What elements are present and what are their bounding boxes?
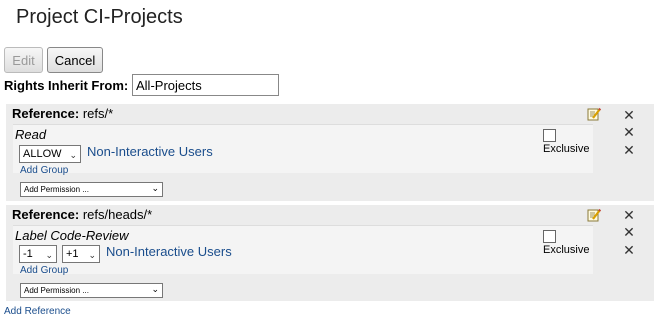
add-permission-select[interactable]: Add Permission ... ⌄ xyxy=(20,283,163,298)
action-select-value: ALLOW xyxy=(23,148,62,160)
edit-pencil-icon[interactable] xyxy=(587,208,601,222)
permission-section: Label Code-Review Exclusive -1 ⌄ +1 ⌄ No… xyxy=(13,225,593,274)
group-link[interactable]: Non-Interactive Users xyxy=(106,244,232,259)
exclusive-label: Exclusive xyxy=(543,244,590,256)
project-access-page: Project CI-Projects Edit Cancel Rights I… xyxy=(0,0,663,334)
chevron-down-icon: ⌄ xyxy=(151,285,159,295)
remove-reference-icon[interactable]: ✕ xyxy=(623,109,635,123)
rights-inherit-input[interactable] xyxy=(132,74,279,96)
add-permission-value: Add Permission ... xyxy=(24,185,89,194)
group-link[interactable]: Non-Interactive Users xyxy=(87,144,213,159)
remove-rule-icon[interactable]: ✕ xyxy=(623,244,635,258)
remove-permission-icon[interactable]: ✕ xyxy=(623,126,635,140)
exclusive-label: Exclusive xyxy=(543,143,590,155)
remove-rule-icon[interactable]: ✕ xyxy=(623,144,635,158)
exclusive-checkbox[interactable]: Exclusive xyxy=(543,129,593,155)
add-group-link[interactable]: Add Group xyxy=(20,165,68,176)
add-permission-select[interactable]: Add Permission ... ⌄ xyxy=(20,182,163,197)
chevron-down-icon: ⌄ xyxy=(45,251,53,261)
exclusive-checkbox[interactable]: Exclusive xyxy=(543,230,593,256)
add-reference-link[interactable]: Add Reference xyxy=(4,306,71,317)
max-value: +1 xyxy=(66,248,79,260)
action-select[interactable]: ALLOW ⌄ xyxy=(19,145,81,163)
edit-pencil-icon[interactable] xyxy=(587,107,601,121)
page-title: Project CI-Projects xyxy=(16,6,183,28)
rights-inherit-label: Rights Inherit From: xyxy=(4,78,129,93)
chevron-down-icon: ⌄ xyxy=(88,251,96,261)
reference-block: Reference: refs/heads/* ✕ Label Code-Rev… xyxy=(6,205,654,301)
permission-section: Read Exclusive ALLOW ⌄ Non-Interactive U… xyxy=(13,124,593,173)
edit-button[interactable]: Edit xyxy=(4,47,43,73)
reference-label: Reference: xyxy=(12,106,80,121)
remove-reference-icon[interactable]: ✕ xyxy=(623,209,635,223)
add-permission-value: Add Permission ... xyxy=(24,286,89,295)
add-group-link[interactable]: Add Group xyxy=(20,265,68,276)
permission-name: Label Code-Review xyxy=(15,228,129,243)
reference-label: Reference: xyxy=(12,207,80,222)
reference-header: Reference: refs/heads/* xyxy=(12,207,152,222)
chevron-down-icon: ⌄ xyxy=(151,184,159,194)
remove-permission-icon[interactable]: ✕ xyxy=(623,226,635,240)
reference-block: Reference: refs/* ✕ Read Exclusive ALLOW… xyxy=(6,104,654,201)
reference-header: Reference: refs/* xyxy=(12,106,113,121)
chevron-down-icon: ⌄ xyxy=(69,151,77,161)
cancel-button[interactable]: Cancel xyxy=(47,47,103,73)
min-value-select[interactable]: -1 ⌄ xyxy=(19,245,57,263)
permission-name: Read xyxy=(15,127,47,142)
checkbox-box[interactable] xyxy=(543,129,556,142)
checkbox-box[interactable] xyxy=(543,230,556,243)
max-value-select[interactable]: +1 ⌄ xyxy=(62,245,100,263)
min-value: -1 xyxy=(23,248,33,260)
reference-pattern: refs/* xyxy=(82,106,114,121)
reference-pattern: refs/heads/* xyxy=(82,207,153,222)
